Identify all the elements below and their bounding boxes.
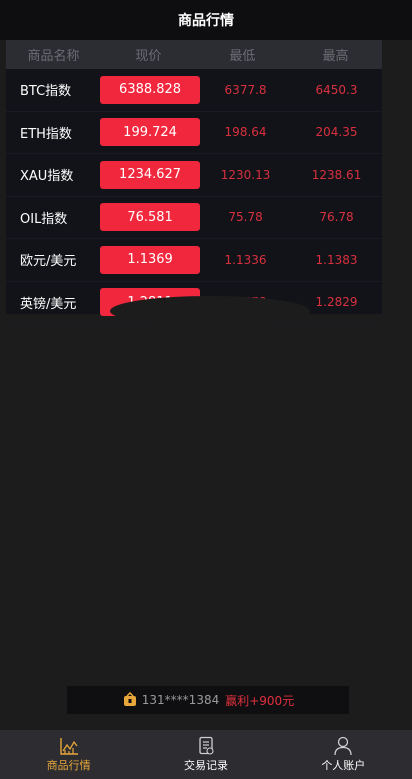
- ticker-profit: 赢利+900元: [225, 693, 295, 708]
- column-header-low: 最低: [229, 49, 256, 64]
- high-price: 1238.61: [311, 167, 362, 182]
- tab-label: 交易记录: [183, 759, 228, 772]
- low-price: 1.1336: [224, 252, 267, 267]
- bottom-tab-bar: 商品行情 交易记录 个人账户: [0, 730, 412, 779]
- trophy-icon: [123, 692, 136, 706]
- column-header-name: 商品名称: [27, 49, 80, 64]
- tab-label: 个人账户: [321, 759, 366, 772]
- document-icon: [199, 736, 214, 755]
- low-price: 198.64: [224, 125, 267, 140]
- current-price[interactable]: 1.1369: [100, 245, 201, 274]
- table-row[interactable]: OIL指数 76.581 75.78 76.78: [6, 197, 382, 239]
- product-name: 欧元/美元: [20, 254, 77, 270]
- table-row[interactable]: XAU指数 1234.627 1230.13 1238.61: [6, 154, 382, 197]
- low-price: 75.78: [228, 210, 263, 225]
- quotes-table: BTC指数 6388.828 6377.8 6450.3 ETH指数 199.7…: [6, 69, 382, 324]
- current-price[interactable]: 1234.627: [100, 160, 201, 189]
- high-price: 1.1383: [315, 252, 358, 267]
- current-price[interactable]: 199.724: [100, 118, 201, 147]
- table-row[interactable]: ETH指数 199.724 198.64 204.35: [6, 112, 382, 154]
- high-price: 76.78: [319, 210, 354, 225]
- table-row[interactable]: 欧元/美元 1.1369 1.1336 1.1383: [6, 239, 382, 282]
- product-name: XAU指数: [20, 169, 74, 185]
- overlay-smudge: [110, 296, 310, 326]
- product-name: OIL指数: [20, 211, 68, 227]
- current-price[interactable]: 6388.828: [100, 75, 201, 104]
- chart-icon: [59, 738, 78, 755]
- product-name: ETH指数: [20, 126, 72, 142]
- win-ticker: 131****1384 赢利+900元: [67, 686, 349, 714]
- user-icon: [334, 736, 352, 756]
- high-price: 204.35: [315, 125, 358, 140]
- tab-account[interactable]: 个人账户: [275, 730, 412, 779]
- table-header: 商品名称 现价 最低 最高: [6, 40, 382, 69]
- column-header-price: 现价: [135, 49, 162, 64]
- table-row[interactable]: BTC指数 6388.828 6377.8 6450.3: [6, 69, 382, 112]
- column-header-high: 最高: [322, 49, 349, 64]
- low-price: 6377.8: [224, 82, 267, 97]
- top-bar: 商品行情: [0, 0, 412, 40]
- low-price: 1230.13: [220, 167, 271, 182]
- product-name: BTC指数: [20, 84, 72, 100]
- tab-trade-records[interactable]: 交易记录: [137, 730, 274, 779]
- current-price[interactable]: 76.581: [100, 203, 201, 232]
- high-price: 6450.3: [315, 82, 358, 97]
- product-name: 英镑/美元: [20, 296, 77, 312]
- tab-label: 商品行情: [46, 759, 91, 772]
- ticker-user: 131****1384: [141, 693, 220, 707]
- page-title: 商品行情: [178, 13, 234, 29]
- tab-market[interactable]: 商品行情: [0, 730, 137, 779]
